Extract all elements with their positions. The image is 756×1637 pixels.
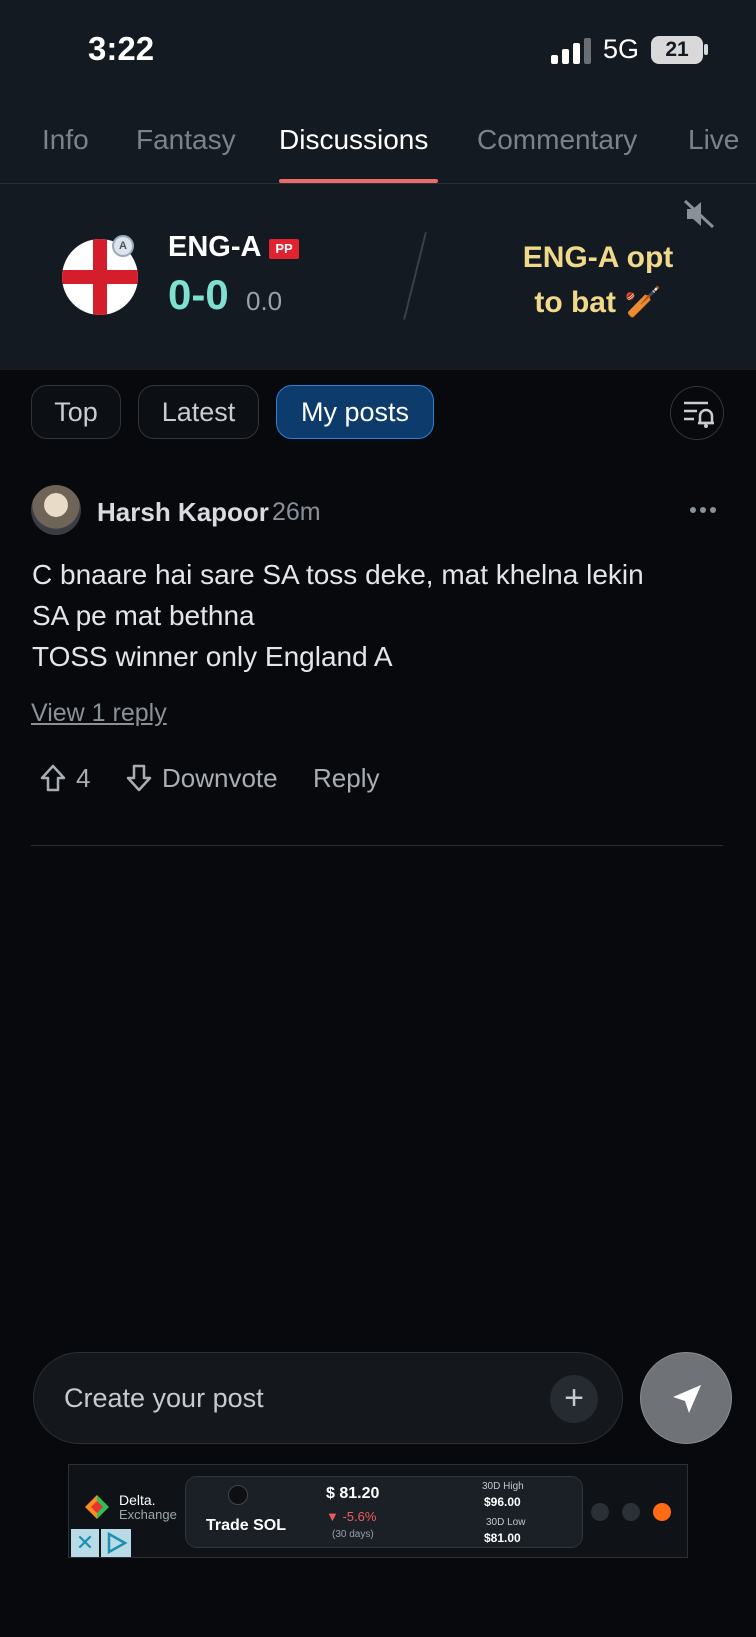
post-body-line: C bnaare hai sare SA toss deke, mat khel… — [32, 559, 644, 590]
ad-card[interactable]: Trade SOL $ 81.20 ▼ -5.6% (30 days) 30D … — [185, 1476, 583, 1548]
battery-tip — [704, 44, 708, 55]
ad-carousel-dot[interactable] — [622, 1503, 640, 1521]
tab-commentary[interactable]: Commentary — [477, 124, 637, 156]
post-body: C bnaare hai sare SA toss deke, mat khel… — [32, 554, 732, 677]
tab-fantasy[interactable]: Fantasy — [136, 124, 236, 156]
ad-close-icon[interactable]: ✕ — [71, 1529, 99, 1557]
toss-status: ENG-A opt to bat 🏏 — [508, 235, 688, 325]
ad-period: (30 days) — [332, 1529, 374, 1540]
post-author[interactable]: Harsh Kapoor — [97, 497, 269, 528]
post-time: 26m — [272, 498, 321, 526]
match-tabs: Info Fantasy Discussions Commentary Live — [0, 100, 756, 184]
status-bar: 3:22 5G 21 — [0, 0, 756, 100]
create-post-input[interactable]: Create your post + — [33, 1352, 623, 1444]
ad-brand-sub: Exchange — [119, 1507, 177, 1522]
ad-banner[interactable]: Delta. Exchange ✕ Trade SOL $ 81.20 ▼ -5… — [68, 1464, 688, 1558]
tab-live[interactable]: Live — [688, 124, 739, 156]
filter-my-posts[interactable]: My posts — [276, 385, 434, 439]
match-header: 3:22 5G 21 Info Fantasy Discussions Comm… — [0, 0, 756, 370]
avatar[interactable] — [31, 485, 81, 535]
ad-cta[interactable]: Trade SOL — [206, 1517, 286, 1535]
post-item: Harsh Kapoor 26m C bnaare hai sare SA to… — [0, 470, 756, 847]
upvote-count: 4 — [76, 762, 91, 793]
tab-info[interactable]: Info — [42, 124, 89, 156]
upvote-arrow-icon — [40, 764, 66, 792]
composer-placeholder: Create your post — [64, 1383, 264, 1413]
filter-bell-icon — [684, 401, 714, 428]
ad-choices-icon[interactable] — [101, 1529, 131, 1557]
add-attachment-button[interactable]: + — [550, 1375, 598, 1423]
post-body-line: SA pe mat bethna — [32, 600, 255, 631]
signal-icon — [551, 38, 591, 64]
reply-button[interactable]: Reply — [313, 758, 379, 798]
post-body-line: TOSS winner only England A — [32, 641, 393, 672]
post-divider — [31, 845, 723, 846]
toss-line-1: ENG-A opt — [522, 241, 674, 274]
mute-icon[interactable] — [683, 199, 715, 229]
active-tab-indicator — [279, 179, 438, 183]
send-button[interactable] — [640, 1352, 732, 1444]
ad-carousel-dot[interactable] — [591, 1503, 609, 1521]
ad-high-label: 30D High — [482, 1481, 524, 1492]
ad-brand: Delta. — [119, 1492, 156, 1508]
network-type: 5G — [603, 34, 640, 64]
more-options-icon[interactable] — [688, 500, 718, 520]
team-name: ENG-A — [168, 231, 262, 263]
ad-high-value: $96.00 — [484, 1495, 521, 1509]
ad-change: ▼ -5.6% — [326, 1509, 377, 1524]
ad-price: $ 81.20 — [326, 1485, 380, 1502]
battery-icon: 21 — [651, 36, 703, 64]
team-overs: 0.0 — [246, 286, 283, 316]
filter-top[interactable]: Top — [31, 385, 121, 439]
powerplay-badge: PP — [269, 239, 299, 259]
ad-low-label: 30D Low — [486, 1517, 526, 1528]
ad-low-value: $81.00 — [484, 1531, 521, 1545]
upvote-button[interactable]: 4 — [40, 758, 90, 798]
team-score: 0-0 — [168, 271, 229, 318]
notification-filter-button[interactable] — [670, 386, 724, 440]
solana-icon — [228, 1485, 248, 1505]
downvote-label: Downvote — [162, 762, 278, 793]
toss-line-2: to bat 🏏 — [534, 286, 662, 319]
team-a-badge: A — [112, 235, 134, 257]
send-icon — [673, 1385, 701, 1413]
filter-latest[interactable]: Latest — [138, 385, 259, 439]
downvote-arrow-icon — [126, 764, 152, 792]
post-filters: Top Latest My posts — [0, 370, 756, 454]
view-replies-link[interactable]: View 1 reply — [31, 699, 167, 728]
tab-discussions[interactable]: Discussions — [279, 124, 428, 156]
ad-carousel-dot-active[interactable] — [653, 1503, 671, 1521]
score-card[interactable]: A ENG-A PP 0-0 0.0 ENG-A opt to bat 🏏 — [0, 185, 756, 369]
downvote-button[interactable]: Downvote — [126, 758, 278, 798]
status-time: 3:22 — [88, 30, 155, 67]
delta-exchange-logo-icon — [85, 1495, 109, 1519]
score-divider — [403, 232, 427, 320]
post-actions: 4 Downvote Reply — [0, 758, 756, 798]
